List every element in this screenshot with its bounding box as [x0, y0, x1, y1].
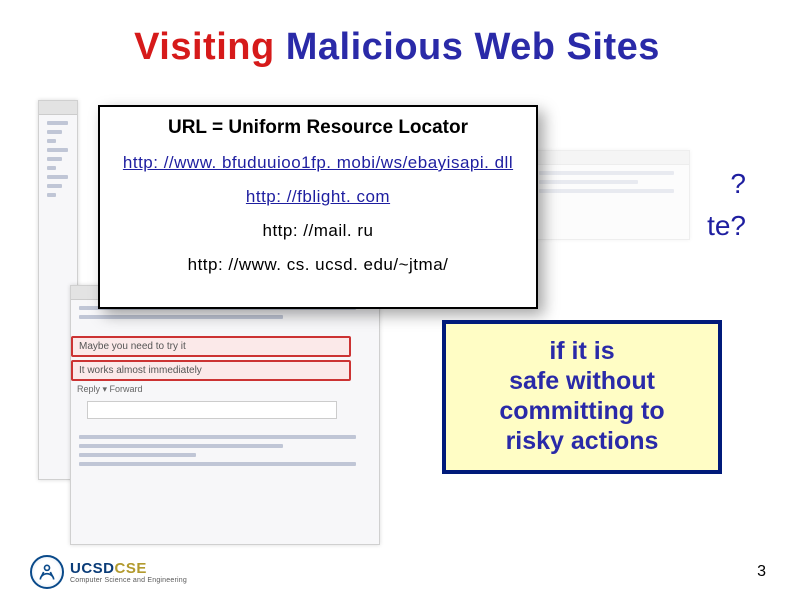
goal-line-1: if it is — [549, 337, 614, 365]
url-example-1[interactable]: http: //www. bfuduuioo1fp. mobi/ws/ebayi… — [112, 153, 524, 173]
url-example-4: http: //www. cs. ucsd. edu/~jtma/ — [112, 255, 524, 275]
url-example-2[interactable]: http: //fblight. com — [112, 187, 524, 207]
goal-line-2: safe without — [509, 367, 655, 395]
hidden-text-fragment-1: ? — [730, 168, 746, 200]
url-example-3: http: //mail. ru — [112, 221, 524, 241]
logo-cse: CSE — [115, 560, 147, 577]
gmail-reply-input — [87, 401, 337, 419]
gmail-highlight-1: Maybe you need to try it — [71, 336, 351, 357]
goal-text: if it is safe without committing to risk… — [456, 336, 708, 456]
title-word-2: Malicious — [286, 26, 464, 68]
title-word-1: Visiting — [134, 26, 275, 68]
background-screenshot-gmail: Maybe you need to try it It works almost… — [70, 285, 380, 545]
footer-logo: UCSDCSE Computer Science and Engineering — [30, 555, 187, 589]
logo-subtitle: Computer Science and Engineering — [70, 577, 187, 584]
goal-callout-box: if it is safe without committing to risk… — [442, 320, 722, 474]
logo-text-block: UCSDCSE Computer Science and Engineering — [70, 560, 187, 584]
gmail-reply-forward: Reply ▾ Forward — [71, 384, 351, 395]
title-word-3: Web — [474, 26, 555, 68]
title-word-4: Sites — [567, 26, 660, 68]
background-screenshot-right — [530, 150, 690, 240]
logo-ucsd: UCSD — [70, 560, 115, 577]
gmail-highlight-2: It works almost immediately — [71, 360, 351, 381]
goal-line-4: risky actions — [506, 427, 659, 455]
slide: Visiting Malicious Web Sites Maybe you n… — [0, 0, 794, 595]
hidden-text-fragment-2: te? — [707, 210, 746, 242]
slide-title: Visiting Malicious Web Sites — [0, 26, 794, 69]
url-box-heading: URL = Uniform Resource Locator — [112, 117, 524, 139]
ucsd-person-icon — [30, 555, 64, 589]
logo-text: UCSDCSE — [70, 560, 187, 577]
page-number: 3 — [757, 563, 766, 581]
url-definition-box: URL = Uniform Resource Locator http: //w… — [98, 105, 538, 309]
goal-line-3: committing to — [499, 397, 664, 425]
